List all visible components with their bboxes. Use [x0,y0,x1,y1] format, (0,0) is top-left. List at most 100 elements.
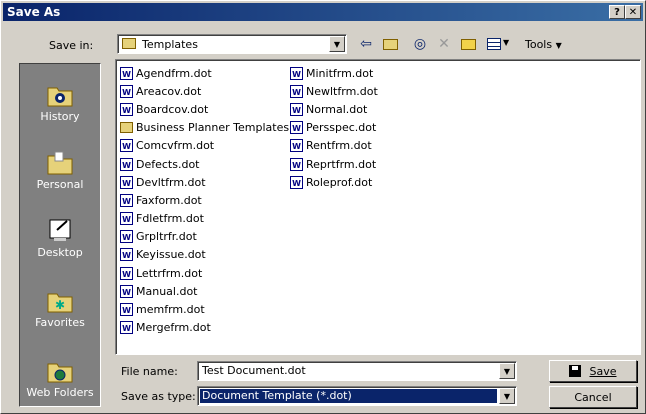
file-item[interactable]: W Faxform.dot [120,191,289,209]
save-in-dropdown-button[interactable]: ▼ [329,36,345,52]
file-item[interactable]: W Rentfrm.dot [290,137,378,155]
save-in-combo[interactable]: Templates ▼ [117,34,347,54]
new-folder-icon[interactable] [457,33,479,55]
file-item-label: Devltfrm.dot [136,175,206,189]
file-item[interactable]: W Reprtfrm.dot [290,155,378,173]
cancel-button[interactable]: Cancel [549,386,637,408]
place-web-folders-label: Web Folders [26,386,94,399]
personal-folder-icon [45,148,75,176]
file-item[interactable]: W Roleprof.dot [290,173,378,191]
word-document-icon: W [120,102,133,116]
filename-dropdown-button[interactable]: ▼ [499,363,515,379]
file-item[interactable]: W Keyissue.dot [120,246,289,264]
file-item-label: Grpltrfr.dot [136,230,197,244]
file-item[interactable]: Wmemfrm.dot [120,300,289,318]
file-list[interactable]: W Agendfrm.dot W Areacov.dot W Boardcov.dot Bu… [115,59,641,355]
help-button[interactable]: ? [609,5,625,19]
word-document-icon: W [120,193,133,207]
filename-input[interactable]: Test Document.dot ▼ [197,361,517,381]
word-document-icon: W [120,284,133,298]
web-folders-icon [45,356,75,384]
file-item[interactable]: W Normal.dot [290,100,378,118]
file-item[interactable]: W Manual.dot [120,282,289,300]
file-item-label: Persspec.dot [306,121,377,135]
file-item-label: Business Planner Templates [136,121,290,135]
file-item[interactable]: W Newltfrm.dot [290,82,378,100]
file-item[interactable]: Business Planner Templates [120,119,289,137]
title-bar: Save As ? ✕ [3,3,643,21]
file-item[interactable]: W Persspec.dot [290,119,378,137]
save-button[interactable]: Save [549,360,637,382]
file-item[interactable]: W Comcvfrm.dot [120,137,289,155]
word-document-icon: W [290,157,303,171]
save-button-label: Save [589,364,617,378]
file-item[interactable]: W Areacov.dot [120,82,289,100]
file-item[interactable]: W Grpltrfr.dot [120,228,289,246]
file-item[interactable]: W Agendfrm.dot [120,64,289,82]
tools-label: Tools [525,38,553,51]
filename-label: File name: [121,365,178,378]
places-bar: History Personal Desktop ✱ Favorites Web… [19,63,101,407]
file-item-label: Minitfrm.dot [306,66,374,80]
folder-icon [120,122,133,134]
word-document-icon: W [290,102,303,116]
word-document-icon: W [290,66,303,80]
place-desktop[interactable]: Desktop [20,216,100,259]
file-item[interactable]: W Fdletfrm.dot [120,210,289,228]
word-document-icon: W [290,121,303,135]
back-arrow-icon[interactable]: ⇦ [355,33,377,55]
file-item-label: Boardcov.dot [136,102,209,116]
folder-icon [122,38,136,49]
file-item-label: Rentfrm.dot [306,139,372,153]
word-document-icon: W [290,84,303,98]
file-item-label: Normal.dot [306,102,368,116]
close-button[interactable]: ✕ [625,5,641,19]
file-item[interactable]: W Devltfrm.dot [120,173,289,191]
place-history[interactable]: History [20,80,100,123]
savetype-value: Document Template (*.dot) [202,389,352,402]
word-document-icon: W [120,84,133,98]
svg-text:✱: ✱ [55,298,65,312]
word-document-icon: W [120,66,133,80]
word-document-icon: W [120,212,133,226]
file-item[interactable]: W Boardcov.dot [120,100,289,118]
word-document-icon: W [120,248,133,262]
word-document-icon: W [120,157,133,171]
file-item[interactable]: W Mergefrm.dot [120,319,289,337]
file-item-label: Fdletfrm.dot [136,212,204,226]
savetype-select[interactable]: Document Template (*.dot) ▼ [197,386,517,406]
delete-icon[interactable]: ✕ [433,33,455,55]
word-document-icon: W [290,139,303,153]
tools-menu[interactable]: Tools ▼ [525,38,562,51]
file-column-2: W Minitfrm.dot W Newltfrm.dot W Normal.dot W Pe… [290,64,378,191]
word-document-icon: W [120,139,133,153]
place-personal-label: Personal [36,178,84,191]
file-item[interactable]: W Minitfrm.dot [290,64,378,82]
file-item[interactable]: W Lettrfrm.dot [120,264,289,282]
search-web-icon[interactable]: ◎ [409,33,431,55]
place-web-folders[interactable]: Web Folders [20,356,100,399]
savetype-label: Save as type: [121,390,196,403]
views-dropdown-icon[interactable]: ▼ [503,38,509,47]
word-document-icon: W [120,321,133,335]
place-personal[interactable]: Personal [20,148,100,191]
word-document-icon: W [120,175,133,189]
favorites-icon: ✱ [45,286,75,314]
place-favorites-label: Favorites [35,316,85,329]
file-item-label: Lettrfrm.dot [136,266,203,280]
file-item-label: Newltfrm.dot [306,84,378,98]
folder-up-icon[interactable] [379,33,401,55]
save-in-value: Templates [142,38,198,51]
history-icon [45,80,75,108]
file-item[interactable]: W Defects.dot [120,155,289,173]
file-item-label: Roleprof.dot [306,175,373,189]
views-icon[interactable] [483,33,505,55]
word-document-icon: W [120,230,133,244]
place-favorites[interactable]: ✱ Favorites [20,286,100,329]
save-in-label: Save in: [49,39,94,52]
file-item-label: Mergefrm.dot [136,321,211,335]
file-item-label: Defects.dot [136,157,200,171]
savetype-dropdown-button[interactable]: ▼ [499,388,515,404]
file-column-1: W Agendfrm.dot W Areacov.dot W Boardcov.dot Bu… [120,64,289,337]
window-title: Save As [7,5,61,19]
